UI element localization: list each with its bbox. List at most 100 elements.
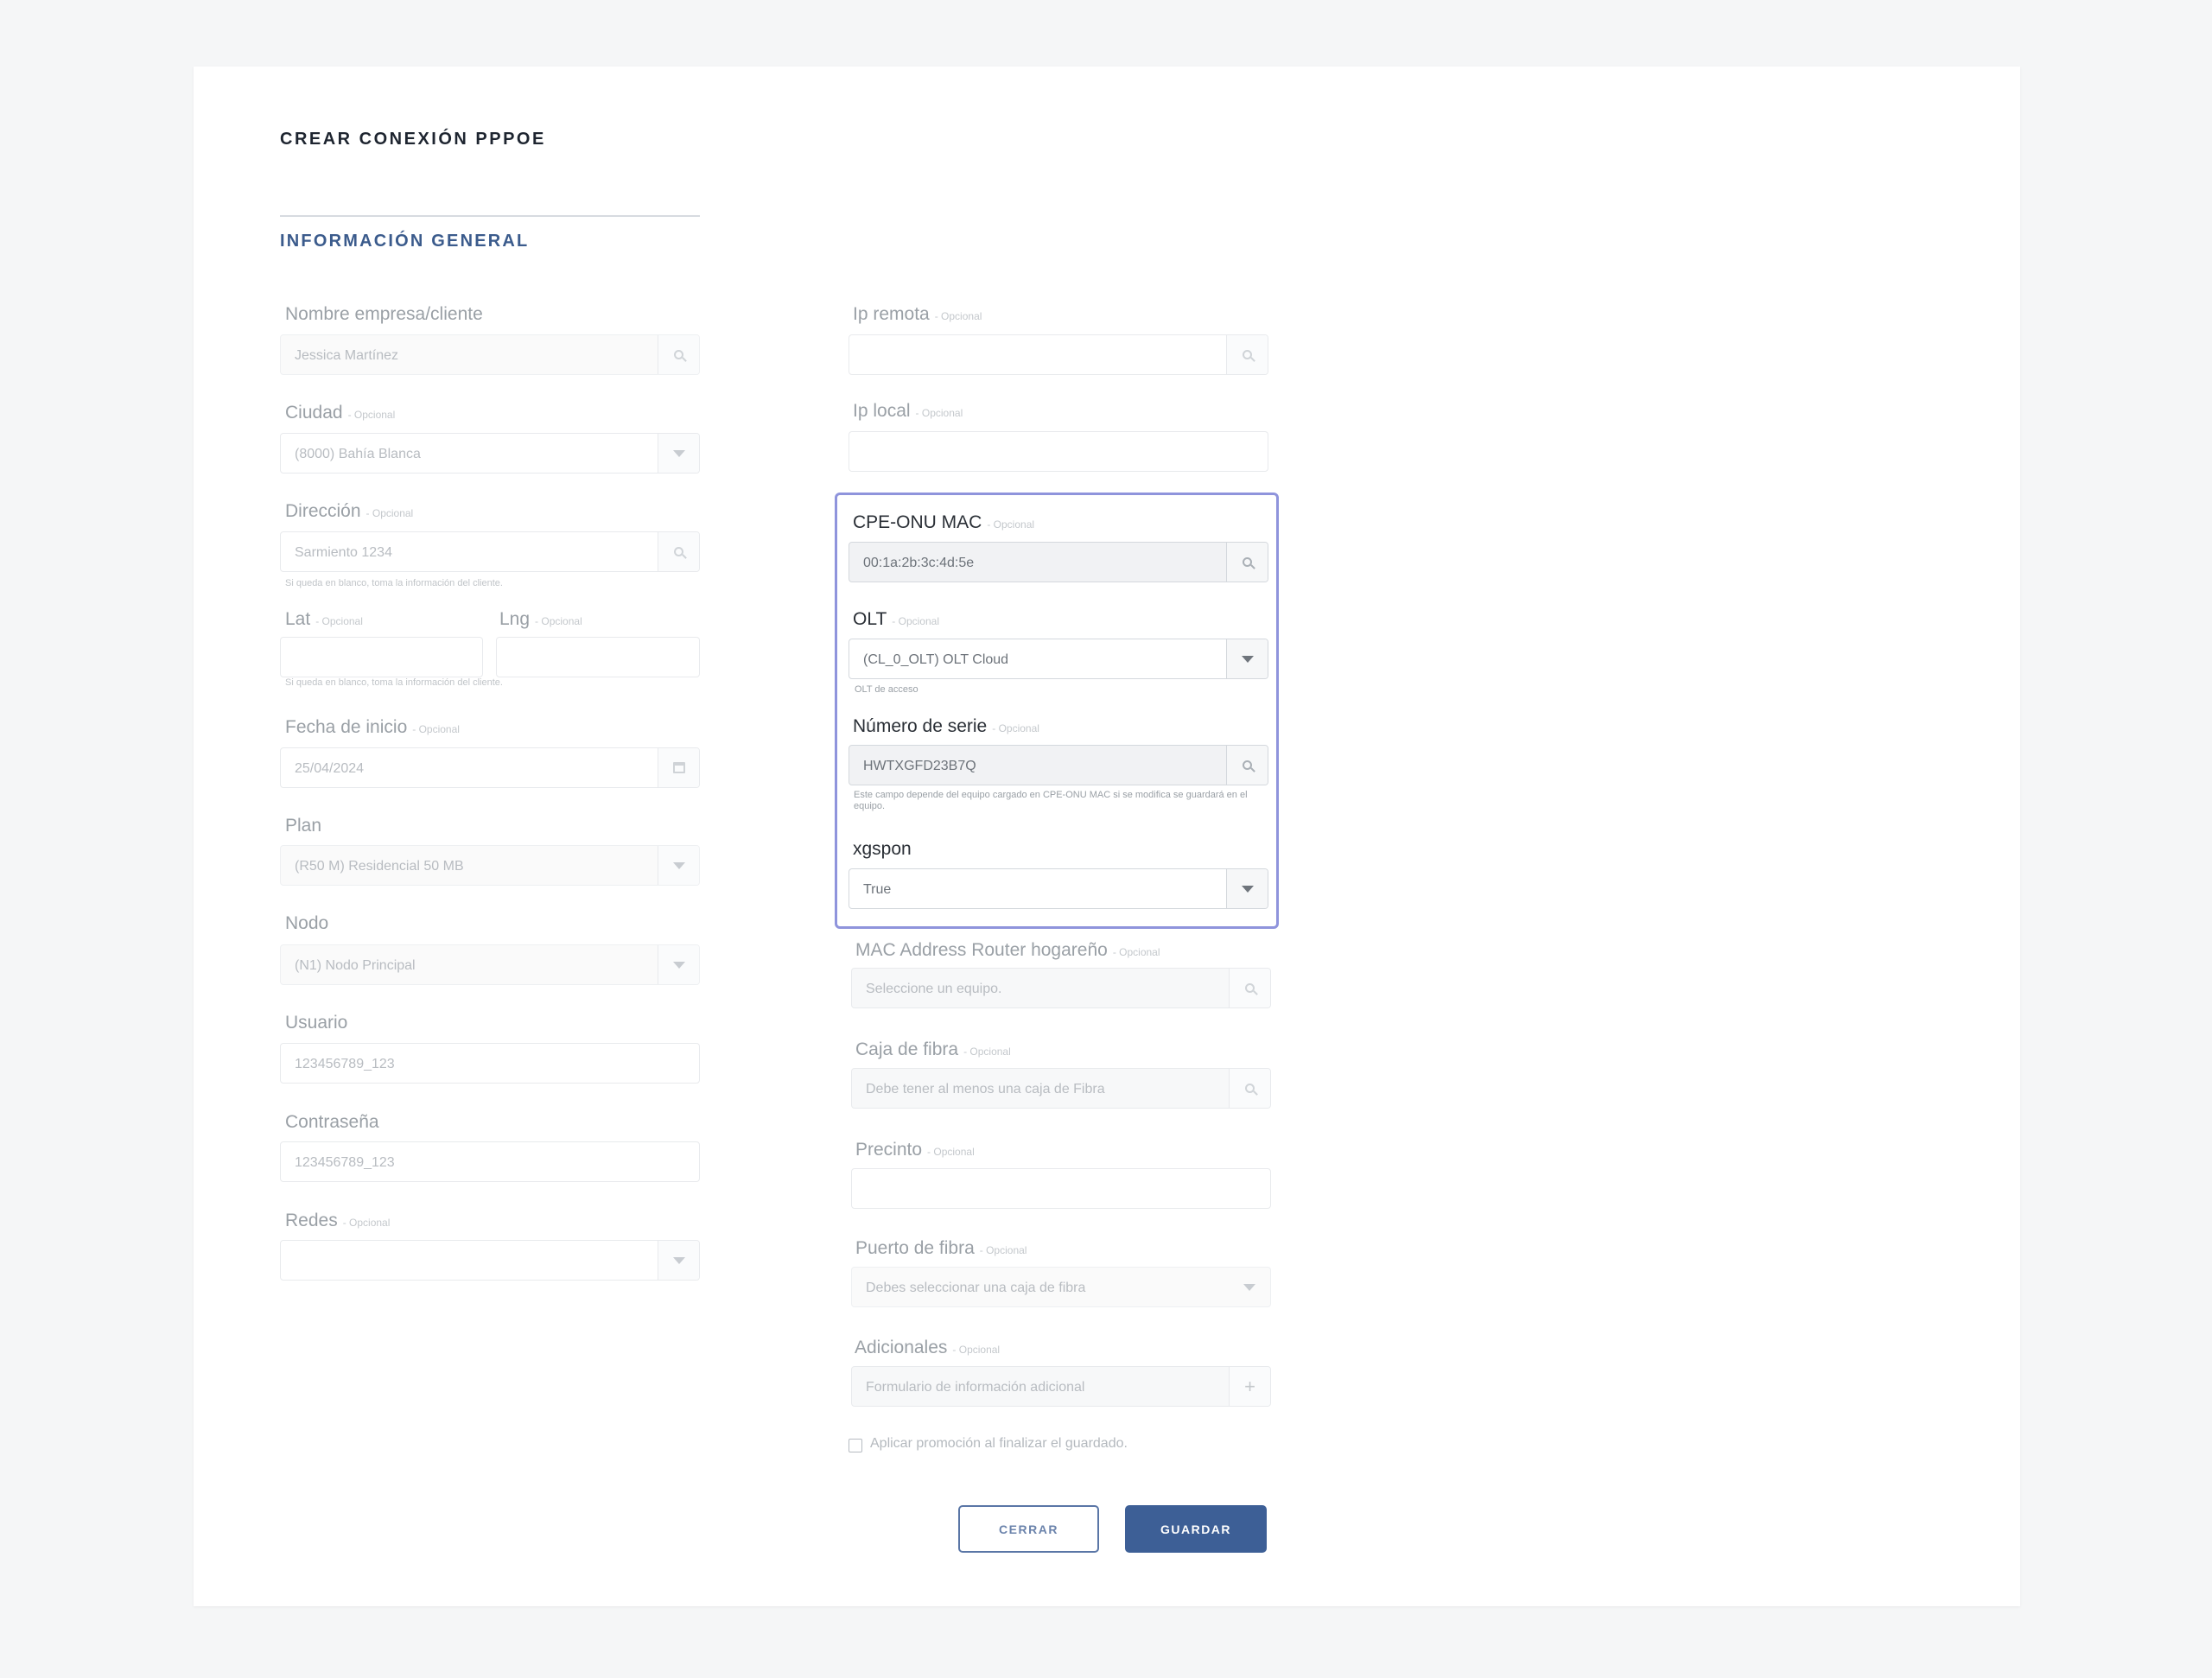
- chevron-down-icon: [672, 861, 685, 869]
- xgspon-select[interactable]: True: [849, 868, 1268, 909]
- fecha-label: Fecha de inicio - Opcional: [285, 717, 460, 737]
- redes-select[interactable]: [280, 1240, 700, 1281]
- search-icon: [1245, 1084, 1255, 1093]
- ip-remota-label: Ip remota - Opcional: [853, 304, 982, 324]
- direccion-field[interactable]: Sarmiento 1234: [280, 531, 700, 572]
- section-divider: [280, 215, 700, 217]
- puerto-dropdown-toggle[interactable]: [1229, 1268, 1270, 1306]
- plan-label: Plan: [285, 816, 322, 836]
- olt-label: OLT - Opcional: [853, 609, 939, 629]
- chevron-down-icon: [672, 961, 685, 969]
- direccion-label: Dirección - Opcional: [285, 501, 414, 521]
- ciudad-dropdown-toggle[interactable]: [658, 434, 699, 473]
- ciudad-label: Ciudad - Opcional: [285, 403, 396, 423]
- close-button[interactable]: CERRAR: [958, 1505, 1099, 1553]
- serie-field[interactable]: HWTXGFD23B7Q: [849, 745, 1268, 785]
- serie-label: Número de serie - Opcional: [853, 716, 1039, 736]
- lng-label: Lng - Opcional: [499, 609, 582, 629]
- mac-router-label: MAC Address Router hogareño - Opcional: [855, 940, 1160, 960]
- ip-remota-search-button[interactable]: [1226, 335, 1268, 374]
- ip-local-label: Ip local - Opcional: [853, 401, 963, 421]
- nombre-value: Jessica Martínez: [295, 348, 399, 363]
- precinto-field[interactable]: [851, 1168, 1271, 1209]
- fecha-field[interactable]: 25/04/2024: [280, 747, 700, 788]
- save-button[interactable]: GUARDAR: [1125, 1505, 1267, 1553]
- search-icon: [1243, 557, 1252, 567]
- ip-local-field[interactable]: [849, 431, 1268, 472]
- search-icon: [1243, 350, 1252, 359]
- contrasena-value: 123456789_123: [295, 1155, 395, 1170]
- promo-checkbox[interactable]: [849, 1439, 862, 1452]
- caja-field[interactable]: Debe tener al menos una caja de Fibra: [851, 1068, 1271, 1109]
- caja-placeholder: Debe tener al menos una caja de Fibra: [866, 1082, 1105, 1096]
- mac-router-field[interactable]: Seleccione un equipo.: [851, 968, 1271, 1008]
- calendar-icon: [672, 762, 685, 773]
- adicionales-label: Adicionales - Opcional: [855, 1338, 1001, 1357]
- olt-dropdown-toggle[interactable]: [1226, 639, 1268, 678]
- adicionales-add-button[interactable]: +: [1229, 1367, 1270, 1406]
- nombre-label: Nombre empresa/cliente: [285, 304, 483, 324]
- usuario-field[interactable]: 123456789_123: [280, 1043, 700, 1084]
- caja-label: Caja de fibra - Opcional: [855, 1039, 1011, 1059]
- section-title: INFORMACIÓN GENERAL: [280, 232, 530, 251]
- plan-dropdown-toggle[interactable]: [658, 846, 699, 885]
- cpe-mac-field[interactable]: 00:1a:2b:3c:4d:5e: [849, 542, 1268, 582]
- lng-field[interactable]: [496, 637, 700, 677]
- direccion-value: Sarmiento 1234: [295, 545, 392, 560]
- plus-icon: +: [1244, 1375, 1255, 1397]
- redes-label: Redes - Opcional: [285, 1211, 391, 1230]
- chevron-down-icon: [672, 449, 685, 457]
- xgspon-value: True: [863, 882, 892, 897]
- page-title: CREAR CONEXIÓN PPPOE: [280, 130, 546, 149]
- usuario-value: 123456789_123: [295, 1057, 395, 1071]
- serie-hint: Este campo depende del equipo cargado en…: [854, 790, 1248, 811]
- puerto-label: Puerto de fibra - Opcional: [855, 1238, 1027, 1258]
- cpe-mac-label: CPE-ONU MAC - Opcional: [853, 512, 1035, 532]
- redes-dropdown-toggle[interactable]: [658, 1241, 699, 1280]
- nombre-field[interactable]: Jessica Martínez: [280, 334, 700, 375]
- mac-router-placeholder: Seleccione un equipo.: [866, 982, 1002, 996]
- search-icon: [674, 547, 683, 556]
- ciudad-value: (8000) Bahía Blanca: [295, 447, 421, 461]
- fecha-calendar-button[interactable]: [658, 748, 699, 787]
- chevron-down-icon: [672, 1256, 685, 1264]
- plan-value: (R50 M) Residencial 50 MB: [295, 859, 464, 874]
- ciudad-select[interactable]: (8000) Bahía Blanca: [280, 433, 700, 474]
- nombre-search-button[interactable]: [658, 335, 699, 374]
- nodo-label: Nodo: [285, 913, 329, 933]
- ip-remota-field[interactable]: [849, 334, 1268, 375]
- chevron-down-icon: [1241, 885, 1254, 893]
- cpe-mac-value: 00:1a:2b:3c:4d:5e: [863, 556, 975, 570]
- xgspon-label: xgspon: [853, 839, 912, 859]
- direccion-hint: Si queda en blanco, toma la información …: [285, 578, 503, 588]
- plan-select[interactable]: (R50 M) Residencial 50 MB: [280, 845, 700, 886]
- adicionales-field[interactable]: Formulario de información adicional +: [851, 1366, 1271, 1407]
- olt-select[interactable]: (CL_0_OLT) OLT Cloud: [849, 639, 1268, 679]
- fecha-value: 25/04/2024: [295, 761, 365, 776]
- chevron-down-icon: [1243, 1283, 1255, 1291]
- usuario-label: Usuario: [285, 1013, 348, 1033]
- caja-search-button[interactable]: [1229, 1069, 1270, 1108]
- lat-label: Lat - Opcional: [285, 609, 363, 629]
- nodo-dropdown-toggle[interactable]: [658, 945, 699, 984]
- chevron-down-icon: [1241, 655, 1254, 663]
- search-icon: [674, 350, 683, 359]
- xgspon-dropdown-toggle[interactable]: [1226, 869, 1268, 908]
- promo-checkbox-label[interactable]: Aplicar promoción al finalizar el guarda…: [870, 1436, 1128, 1452]
- precinto-label: Precinto - Opcional: [855, 1140, 975, 1160]
- nodo-select[interactable]: (N1) Nodo Principal: [280, 944, 700, 985]
- search-icon: [1243, 760, 1252, 770]
- contrasena-label: Contraseña: [285, 1112, 379, 1132]
- serie-search-button[interactable]: [1226, 746, 1268, 785]
- mac-router-search-button[interactable]: [1229, 969, 1270, 1007]
- olt-hint: OLT de acceso: [855, 684, 918, 695]
- puerto-select[interactable]: Debes seleccionar una caja de fibra: [851, 1267, 1271, 1307]
- contrasena-field[interactable]: 123456789_123: [280, 1141, 700, 1182]
- serie-value: HWTXGFD23B7Q: [863, 759, 976, 773]
- puerto-placeholder: Debes seleccionar una caja de fibra: [866, 1281, 1086, 1295]
- adicionales-placeholder: Formulario de información adicional: [866, 1380, 1085, 1395]
- direccion-search-button[interactable]: [658, 532, 699, 571]
- latlng-hint: Si queda en blanco, toma la información …: [285, 677, 503, 688]
- cpe-mac-search-button[interactable]: [1226, 543, 1268, 582]
- lat-field[interactable]: [280, 637, 483, 677]
